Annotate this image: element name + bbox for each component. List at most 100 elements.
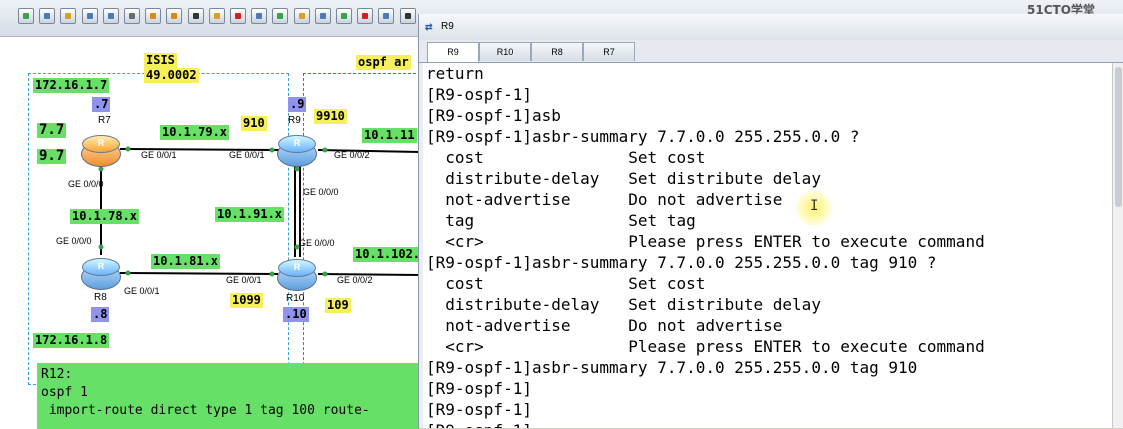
stop-icon[interactable]	[357, 8, 374, 24]
router-r10-name: R10	[286, 293, 305, 304]
terminal-line: [R9-ospf-1]	[426, 400, 532, 419]
delete-icon[interactable]	[230, 8, 246, 24]
router-r9[interactable]: R	[277, 138, 317, 167]
r9-ge002-label: GE 0/0/2	[334, 150, 370, 160]
terminal-line: return	[426, 64, 484, 83]
terminal-app-icon: ⇄	[425, 22, 433, 32]
tab-r7[interactable]: R7	[583, 42, 635, 61]
save-as-icon[interactable]	[102, 8, 119, 24]
r7-ge001-label: GE 0/0/1	[141, 150, 177, 160]
port-dot	[269, 271, 275, 277]
terminal-window[interactable]: ⇄ R9 R9 R10 R8 R7 return [R9-ospf-1] [R9-o…	[418, 14, 1123, 428]
net-10-1-78: 10.1.78.x	[70, 209, 140, 224]
terminal-scrollbar[interactable]	[1112, 63, 1123, 428]
r8-ge000-label: GE 0/0/0	[56, 236, 92, 246]
net-10-1-79: 10.1.79.x	[160, 125, 230, 140]
isis-area-id: 49.0002	[144, 68, 199, 83]
topology-canvas[interactable]: ISIS 49.0002 ospf ar 172.16.1.7 .7 7.7 9…	[0, 36, 423, 429]
print-icon[interactable]	[124, 8, 140, 24]
terminal-line: distribute-delay Set distribute delay	[426, 169, 821, 188]
redo-icon[interactable]	[166, 8, 183, 24]
r10-host-id: .10	[283, 307, 309, 322]
capture-icon[interactable]	[378, 8, 395, 24]
r7-host-id: .7	[92, 97, 111, 112]
terminal-line: [R9-ospf-1]asbr-summary 7.7.0.0 255.255.…	[426, 358, 918, 377]
r10-ge000-label: GE 0/0/0	[299, 238, 335, 248]
terminal-line: <cr> Please press ENTER to execute comma…	[426, 232, 985, 251]
port-dot	[125, 270, 131, 276]
terminal-line: distribute-delay Set distribute delay	[426, 295, 821, 314]
r9-ge000-label: GE 0/0/0	[303, 187, 339, 197]
net-10-1-102: 10.1.102.	[353, 247, 423, 262]
terminal-line: [R9-ospf-1]	[423, 420, 1112, 428]
router-r10[interactable]: R	[277, 262, 317, 291]
zoom-icon[interactable]	[314, 8, 331, 24]
terminal-line: [R9-ospf-1]asbr-summary 7.7.0.0 255.255.…	[426, 127, 860, 146]
config-note-line: ospf 1	[41, 385, 88, 400]
r8-loopback: 172.16.1.8	[33, 333, 110, 348]
terminal-console[interactable]: return [R9-ospf-1] [R9-ospf-1]asb [R9-ospf-…	[423, 63, 1112, 428]
config-note-line: R12:	[41, 367, 73, 382]
router-r7[interactable]: R	[81, 138, 121, 167]
r7-loopback: 172.16.1.7	[33, 78, 110, 93]
open-icon[interactable]	[60, 8, 77, 24]
port-dot	[269, 147, 275, 153]
net-10-1-11: 10.1.11	[362, 128, 417, 143]
terminal-line: [R9-ospf-1]asbr-summary 7.7.0.0 255.255.…	[426, 253, 937, 272]
terminal-line: tag Set tag	[426, 211, 696, 230]
net-10-1-91: 10.1.91.x	[215, 207, 285, 222]
isis-title: ISIS	[144, 53, 177, 68]
terminal-line: <cr> Please press ENTER to execute comma…	[426, 337, 985, 356]
tag-9910: 9910	[314, 109, 347, 124]
terminal-title: R9	[441, 21, 454, 32]
scrollbar-thumb[interactable]	[1115, 67, 1122, 207]
terminal-line: [R9-ospf-1]asb	[426, 106, 561, 125]
tab-r10[interactable]: R10	[479, 42, 531, 61]
tag-910: 910	[241, 116, 267, 131]
port-dot	[294, 166, 300, 172]
delete-all-icon[interactable]	[251, 8, 268, 24]
router-r8-name: R8	[94, 292, 107, 303]
r9-host-id: .9	[288, 97, 307, 112]
terminal-line: cost Set cost	[426, 274, 706, 293]
port-dot	[98, 244, 104, 250]
config-note[interactable]: R12: ospf 1 import-route direct type 1 t…	[37, 363, 420, 429]
net-10-1-81: 10.1.81.x	[151, 254, 221, 269]
r7-addr-b: 9.7	[37, 148, 67, 164]
start-icon[interactable]	[336, 8, 352, 24]
terminal-line: [R9-ospf-1]	[426, 85, 532, 104]
port-dot	[322, 271, 328, 277]
new-icon[interactable]	[39, 8, 56, 24]
r10-ge001-label: GE 0/0/1	[226, 275, 262, 285]
terminal-titlebar[interactable]: ⇄ R9	[419, 14, 1123, 40]
router-icon: R	[293, 262, 301, 272]
r7-ge000-label: GE 0/0/0	[68, 179, 104, 189]
port-dot	[98, 166, 104, 172]
hand-icon[interactable]	[208, 8, 225, 24]
new-topology-icon[interactable]	[18, 8, 34, 24]
router-r7-name: R7	[98, 115, 111, 126]
router-icon: R	[97, 261, 105, 271]
link-r8-r10[interactable]	[119, 272, 279, 275]
router-r8[interactable]: R	[81, 261, 121, 290]
terminal-line: [R9-ospf-1]	[426, 379, 532, 398]
r9-ge001-label: GE 0/0/1	[229, 150, 265, 160]
router-r9-name: R9	[288, 115, 301, 126]
terminal-line: cost Set cost	[426, 148, 706, 167]
tag-1099: 1099	[230, 293, 263, 308]
text-cursor-icon: I	[810, 198, 819, 214]
tab-r9[interactable]: R9	[427, 42, 479, 62]
port-dot	[125, 146, 131, 152]
palette-icon[interactable]	[293, 8, 310, 24]
port-dot	[322, 147, 328, 153]
r8-ge001-label: GE 0/0/1	[124, 286, 160, 296]
terminal-line: not-advertise Do not advertise	[426, 190, 783, 209]
tab-r8[interactable]: R8	[531, 42, 583, 61]
save-icon[interactable]	[81, 8, 98, 24]
text-icon[interactable]	[272, 8, 289, 24]
select-icon[interactable]	[187, 8, 204, 24]
cli-icon[interactable]	[399, 8, 416, 24]
router-icon: R	[97, 138, 105, 148]
terminal-tabs: R9 R10 R8 R7	[419, 40, 1123, 63]
undo-icon[interactable]	[145, 8, 162, 24]
